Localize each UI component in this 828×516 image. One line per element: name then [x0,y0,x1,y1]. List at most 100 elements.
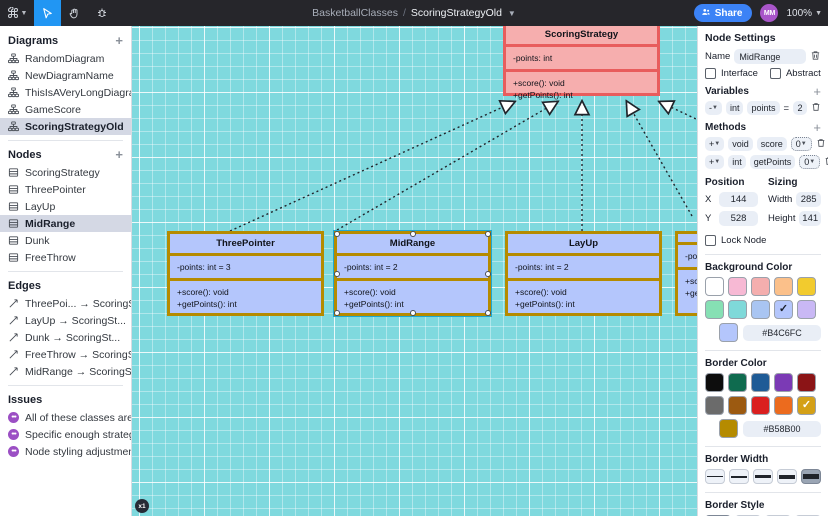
canvas-node[interactable]: ScoringStrategy -points: int +score(): voi… [503,26,660,100]
method-type-input[interactable]: int [728,155,746,169]
background-color-swatch[interactable] [797,300,816,319]
method-type-input[interactable]: void [728,137,753,151]
issue-item[interactable]: ••• All of these classes are w... [0,409,131,426]
debug-tool-button[interactable] [88,0,115,26]
border-width-option[interactable] [705,469,725,484]
breadcrumb-project[interactable]: BasketballClasses [312,7,398,19]
list-item[interactable]: FreeThrow → ScoringSt... [0,346,131,363]
zoom-level-control[interactable]: 100% ▼ [786,8,822,19]
resize-handle[interactable] [485,231,491,237]
background-color-swatch[interactable] [705,277,724,296]
border-color-swatch[interactable] [728,396,747,415]
diagram-canvas[interactable]: ScoringStrategy -points: int +score(): voi… [132,26,697,516]
y-input[interactable]: 528 [719,211,758,226]
resize-handle[interactable] [334,310,340,316]
list-item[interactable]: NewDiagramName [0,67,131,84]
method-params-select[interactable]: 0 ▼ [790,137,812,151]
variable-type-input[interactable]: int [725,101,744,115]
list-item[interactable]: LayUp [0,198,131,215]
add-diagram-button[interactable]: + [115,34,123,47]
add-variable-button[interactable]: + [813,85,821,98]
border-color-swatch[interactable] [705,396,724,415]
list-item[interactable]: LayUp → ScoringSt... [0,312,131,329]
list-item[interactable]: ScoringStrategyOld [0,118,131,135]
pan-tool-button[interactable] [61,0,88,26]
border-color-swatch[interactable] [797,373,816,392]
list-item[interactable]: Dunk → ScoringSt... [0,329,131,346]
resize-handle[interactable] [334,270,340,277]
background-color-swatch[interactable] [751,300,770,319]
background-color-swatch[interactable] [705,300,724,319]
chevron-down-icon[interactable]: ▼ [508,9,516,18]
background-color-swatch[interactable] [797,277,816,296]
list-item[interactable]: GameScore [0,101,131,118]
width-input[interactable]: 285 [796,192,821,207]
background-color-swatch[interactable] [751,277,770,296]
background-color-swatch[interactable] [774,277,793,296]
list-item[interactable]: ThreePointer [0,181,131,198]
border-width-option[interactable] [801,469,821,484]
method-params-select[interactable]: 0 ▼ [799,155,821,169]
border-color-swatch[interactable] [751,373,770,392]
issue-item[interactable]: ••• Specific enough strategy? [0,426,131,443]
list-item[interactable]: MidRange [0,215,131,232]
share-button[interactable]: Share [693,4,753,22]
background-color-swatch[interactable] [728,300,747,319]
resize-handle[interactable] [409,310,416,316]
delete-row-button[interactable] [816,138,826,151]
border-color-swatch[interactable] [774,396,793,415]
border-color-swatch[interactable] [774,373,793,392]
canvas-node[interactable]: MidRange -points: int = 2 +score(): void +g… [333,230,492,317]
resize-handle[interactable] [409,231,416,237]
delete-node-button[interactable] [810,50,821,64]
add-method-button[interactable]: + [813,121,821,134]
delete-row-button[interactable] [824,156,828,169]
list-item[interactable]: FreeThrow [0,249,131,266]
list-item[interactable]: ThreePoi... → ScoringSt... [0,295,131,312]
avatar[interactable]: MM [760,4,779,22]
issue-item[interactable]: ••• Node styling adjustments? [0,443,131,460]
method-name-input[interactable]: score [756,137,787,151]
command-menu-button[interactable]: ▼ [0,0,34,26]
background-color-swatch[interactable]: ✓ [774,300,793,319]
variable-visibility-select[interactable]: - ▼ [705,101,722,115]
canvas-node[interactable]: ThreePointer -points: int = 3 +score(): vo… [167,231,324,316]
list-item[interactable]: MidRange → ScoringSt... [0,363,131,380]
list-item[interactable]: ScoringStrategy [0,164,131,181]
abstract-checkbox[interactable]: Abstract [769,68,821,79]
delete-row-button[interactable] [811,102,821,115]
x-input[interactable]: 144 [719,192,758,207]
border-width-option[interactable] [753,469,773,484]
border-color-swatch[interactable]: ✓ [797,396,816,415]
method-visibility-select[interactable]: + ▼ [705,155,725,169]
lock-node-checkbox[interactable]: Lock Node [705,235,821,246]
background-color-swatch[interactable] [728,277,747,296]
pointer-tool-button[interactable] [34,0,61,26]
interface-checkbox[interactable]: Interface [705,68,758,79]
border-width-option[interactable] [777,469,797,484]
canvas-node[interactable]: LayUp -points: int = 2 +score(): void +getP… [505,231,662,316]
resize-handle[interactable] [485,310,491,316]
background-hex-input[interactable]: #B4C6FC [743,324,821,341]
node-method: +getP [685,288,697,298]
border-hex-input[interactable]: #B58B00 [743,420,821,437]
variable-name-input[interactable]: points [747,101,780,115]
add-node-button[interactable]: + [115,148,123,161]
border-color-swatch[interactable] [705,373,724,392]
canvas-node[interactable]: -point +scor +getP [675,231,697,316]
border-width-option[interactable] [729,469,749,484]
border-color-swatch[interactable] [728,373,747,392]
list-item[interactable]: Dunk [0,232,131,249]
zoom-badge[interactable]: x1 [135,499,149,513]
resize-handle[interactable] [334,231,340,237]
resize-handle[interactable] [485,270,491,277]
list-item[interactable]: RandomDiagram [0,50,131,67]
method-visibility-select[interactable]: + ▼ [705,137,725,151]
method-name-input[interactable]: getPoints [749,155,796,169]
border-color-swatch[interactable] [751,396,770,415]
variable-value-input[interactable]: 2 [793,101,807,115]
list-item[interactable]: ThisIsAVeryLongDiagramN... [0,84,131,101]
height-input[interactable]: 141 [799,211,821,226]
node-name-input[interactable]: MidRange [734,49,806,64]
breadcrumb-file[interactable]: ScoringStrategyOld [411,7,502,19]
